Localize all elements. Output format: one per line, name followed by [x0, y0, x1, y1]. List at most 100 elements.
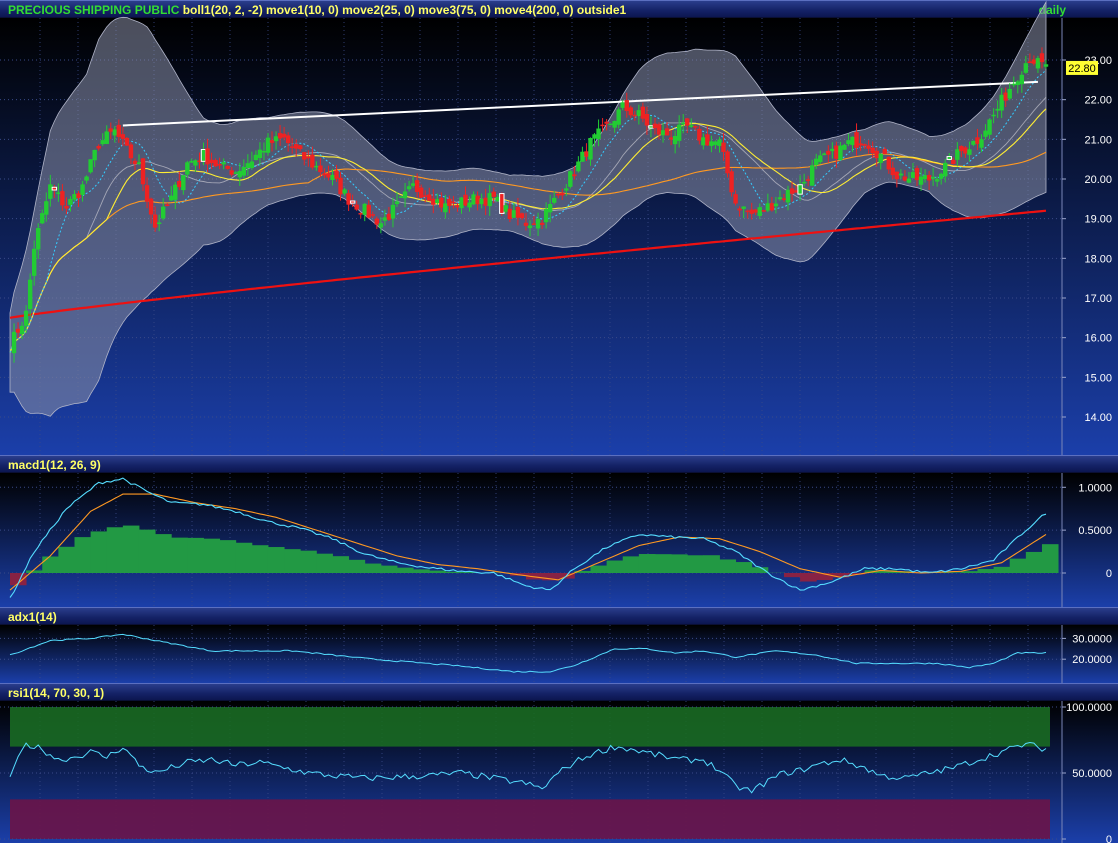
candle-body: [88, 159, 93, 173]
candle-body: [84, 176, 89, 181]
price-y-tick-label: 22.00: [1084, 95, 1112, 107]
candle-body: [1031, 59, 1037, 64]
candle-body: [124, 137, 130, 146]
candle-body: [140, 158, 146, 185]
candle-body: [539, 222, 545, 225]
candle-body: [306, 156, 311, 159]
candle-body: [769, 203, 775, 211]
macd-hist-bar: [735, 562, 753, 573]
macd-hist-bar: [106, 527, 124, 573]
macd-hist-bar: [267, 547, 285, 573]
macd-hist-bar: [155, 534, 172, 573]
candle-body: [584, 151, 589, 157]
macd-hist-bar: [42, 556, 59, 573]
candle-body: [862, 144, 867, 146]
candle-body: [261, 150, 267, 153]
candle-body: [483, 197, 488, 206]
macd-hist-bar: [945, 572, 962, 573]
candle-body: [294, 144, 299, 149]
candle-body: [318, 165, 323, 173]
macd-hist-bar: [235, 542, 253, 573]
candle-body: [818, 155, 823, 163]
candle-body: [447, 198, 452, 206]
chart-svg[interactable]: 14.00 15.00 16.00 17.00 18.00 19.00 20.00 21.00…: [0, 0, 1118, 843]
candle-body: [689, 125, 694, 127]
candle-body: [797, 184, 803, 195]
candle-body: [36, 228, 41, 250]
candle-body: [995, 108, 1000, 111]
adx-panel[interactable]: 20.0000 30.0000: [0, 625, 1118, 683]
macd-hist-bar: [364, 563, 382, 573]
candle-body: [72, 194, 77, 200]
candle-body: [934, 179, 940, 182]
price-y-tick-label: 20.00: [1084, 174, 1112, 186]
candle-body: [60, 191, 65, 206]
candle-body: [487, 193, 492, 207]
candle-body: [253, 154, 259, 161]
macd-hist-bar: [719, 559, 737, 573]
candle-body: [785, 189, 791, 203]
price-y-tick-label: 15.00: [1084, 372, 1112, 384]
candle-body: [608, 123, 613, 126]
macd-hist-bar: [251, 545, 269, 573]
candle-body: [975, 137, 980, 144]
candle-body: [955, 149, 960, 160]
macd-hist-bar: [1009, 558, 1027, 573]
candle-body: [100, 140, 105, 145]
candle-body: [322, 173, 327, 176]
candle-body: [519, 213, 525, 219]
candle-body: [693, 126, 698, 128]
rsi-oversold-zone: [10, 799, 1050, 839]
candle-body: [144, 185, 150, 202]
candle-body: [531, 223, 537, 225]
candle-body: [685, 118, 690, 126]
candle-body: [967, 149, 972, 155]
price-candle: [608, 123, 613, 126]
candle-body: [302, 152, 307, 160]
rsi-panel[interactable]: 0 50.0000 100.0000: [0, 701, 1118, 843]
candle-body: [463, 194, 468, 206]
candle-body: [596, 128, 601, 140]
candle-body: [709, 141, 714, 146]
rsi-y-tick-label: 100.0000: [1066, 702, 1112, 714]
candle-body: [213, 160, 218, 167]
rsi-y-tick-label: 50.0000: [1072, 768, 1112, 780]
candle-body: [878, 153, 883, 163]
candle-body: [515, 206, 521, 218]
candle-body: [189, 161, 194, 163]
macd-hist-bar: [622, 556, 640, 573]
candle-body: [906, 178, 912, 183]
price-panel[interactable]: 14.00 15.00 16.00 17.00 18.00 19.00 20.00 21.00…: [0, 0, 1118, 455]
candle-body: [757, 207, 762, 216]
macd-hist-bar: [58, 546, 75, 573]
macd-hist-bar: [1041, 544, 1059, 573]
candle-body: [165, 204, 170, 206]
candle-body: [523, 222, 529, 226]
candle-body: [120, 134, 126, 139]
candle-body: [652, 123, 658, 129]
candle-body: [128, 144, 134, 159]
candle-body: [475, 195, 480, 205]
macd-panel[interactable]: 0 0.5000 1.0000: [0, 473, 1118, 607]
candle-body: [27, 279, 33, 310]
macd-hist-bar: [187, 537, 204, 573]
candle-body: [725, 151, 730, 174]
candle-body: [753, 209, 758, 213]
macd-hist-bar: [606, 560, 624, 573]
candle-body: [914, 168, 920, 181]
candle-body: [136, 162, 142, 164]
candle-body: [443, 203, 448, 213]
candle-body: [636, 110, 642, 116]
macd-hist-bar: [219, 540, 237, 573]
candle-body: [68, 198, 73, 205]
candle-body: [781, 198, 787, 200]
candle-body: [543, 208, 549, 223]
candle-body: [741, 206, 746, 209]
candle-body: [459, 197, 464, 209]
candle-body: [76, 193, 81, 199]
candle-body: [672, 135, 678, 145]
candle-body: [209, 159, 214, 164]
macd-hist-bar: [961, 571, 978, 573]
macd-y-tick-label: 0.5000: [1078, 525, 1112, 537]
candle-body: [701, 137, 706, 146]
